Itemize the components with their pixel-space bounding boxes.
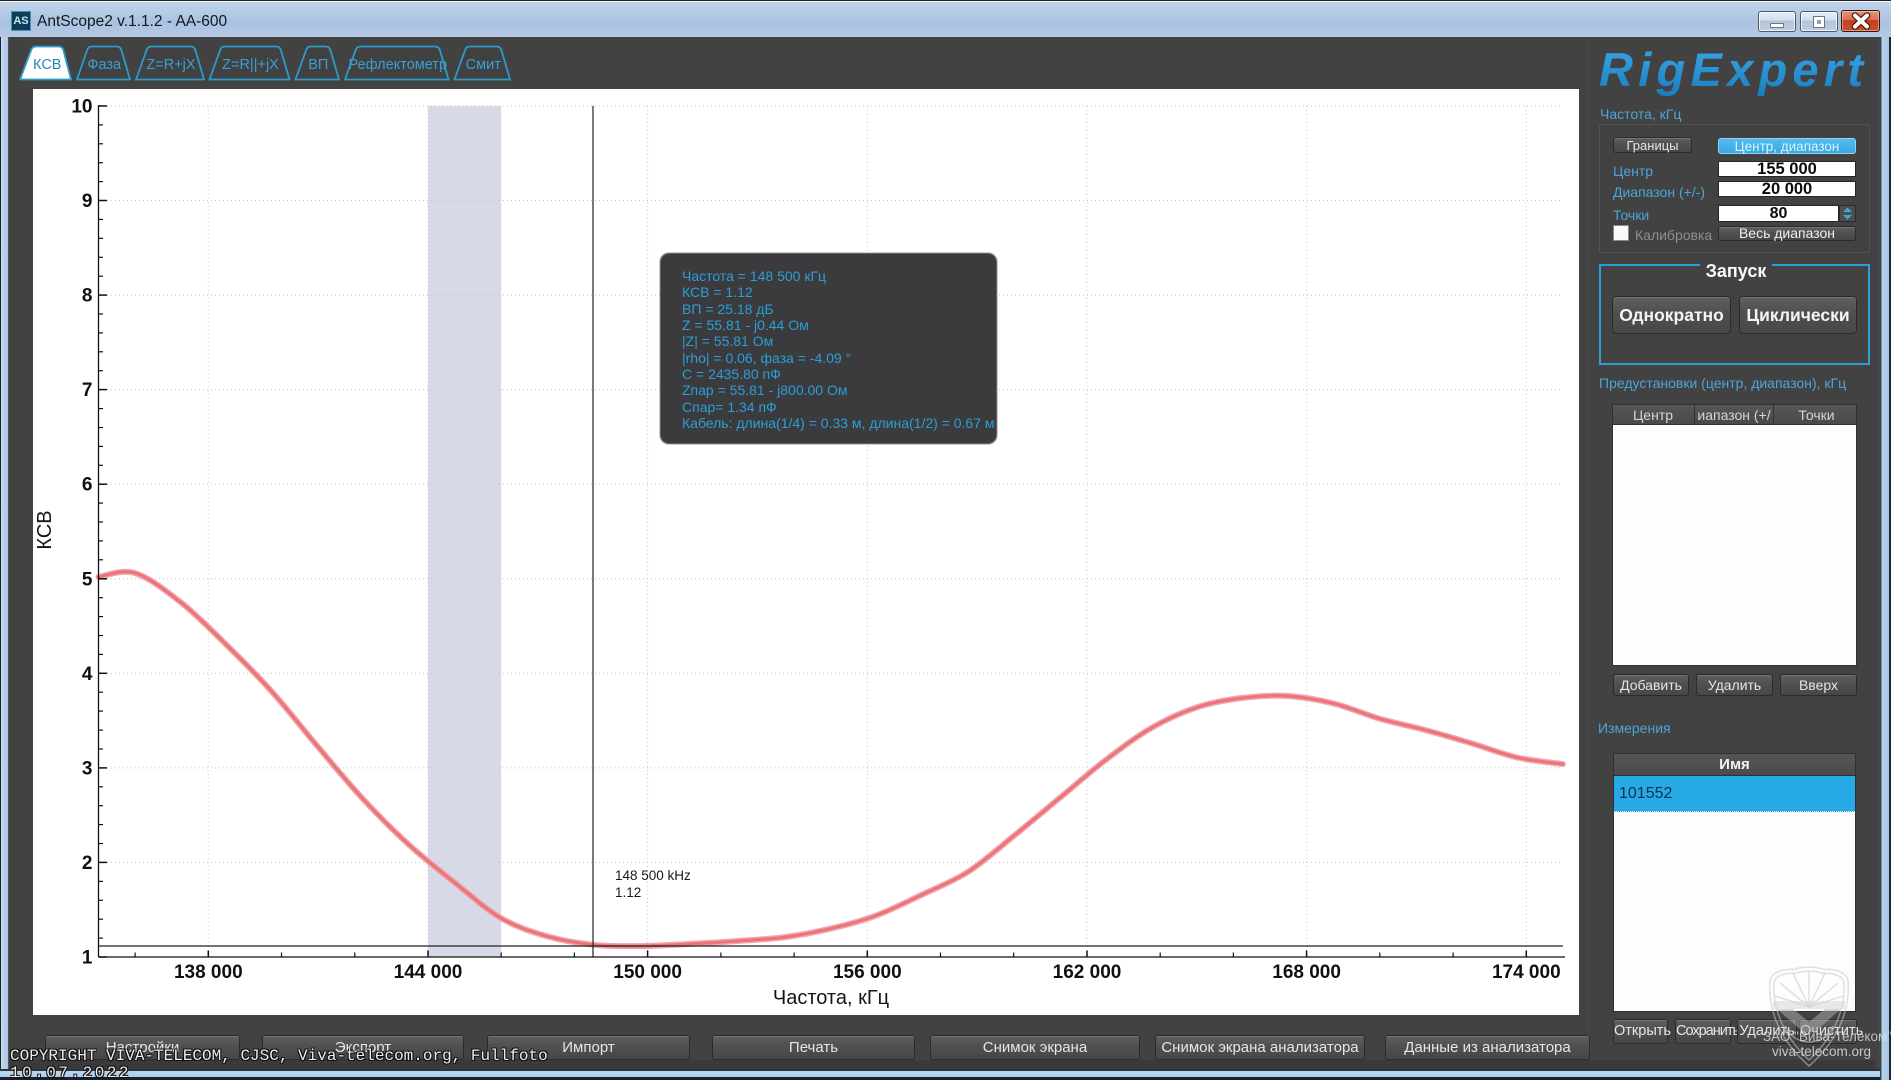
svg-text:ВП: ВП: [308, 57, 328, 73]
svg-text:7: 7: [82, 380, 93, 401]
svg-text:Фаза: Фаза: [87, 57, 122, 73]
svg-text:Смит: Смит: [466, 57, 502, 73]
svg-text:144 000: 144 000: [394, 962, 463, 983]
svg-text:Z=R+jX: Z=R+jX: [146, 57, 195, 73]
svg-text:156 000: 156 000: [833, 962, 902, 983]
svg-text:Частота, кГц: Частота, кГц: [773, 987, 889, 1009]
svg-text:1: 1: [82, 948, 93, 969]
svg-text:КСВ: КСВ: [34, 510, 56, 549]
svg-text:2: 2: [82, 853, 93, 874]
svg-text:148 500 kHz: 148 500 kHz: [615, 868, 691, 883]
svg-text:6: 6: [82, 475, 93, 496]
svg-text:9: 9: [82, 191, 93, 212]
svg-text:10: 10: [71, 97, 92, 118]
svg-text:3: 3: [82, 758, 93, 779]
svg-text:150 000: 150 000: [613, 962, 682, 983]
svg-text:174 000: 174 000: [1492, 962, 1561, 983]
svg-text:4: 4: [82, 664, 93, 685]
svg-text:5: 5: [82, 569, 93, 590]
svg-text:168 000: 168 000: [1272, 962, 1341, 983]
svg-text:RigExpert: RigExpert: [1599, 43, 1865, 96]
svg-text:Z=R||+jX: Z=R||+jX: [222, 57, 279, 73]
svg-text:162 000: 162 000: [1053, 962, 1122, 983]
svg-text:Рефлектометр: Рефлектометр: [348, 57, 447, 73]
svg-text:КСВ: КСВ: [33, 57, 61, 73]
svg-text:138 000: 138 000: [174, 962, 243, 983]
svg-text:8: 8: [82, 286, 93, 307]
svg-text:1.12: 1.12: [615, 885, 641, 900]
